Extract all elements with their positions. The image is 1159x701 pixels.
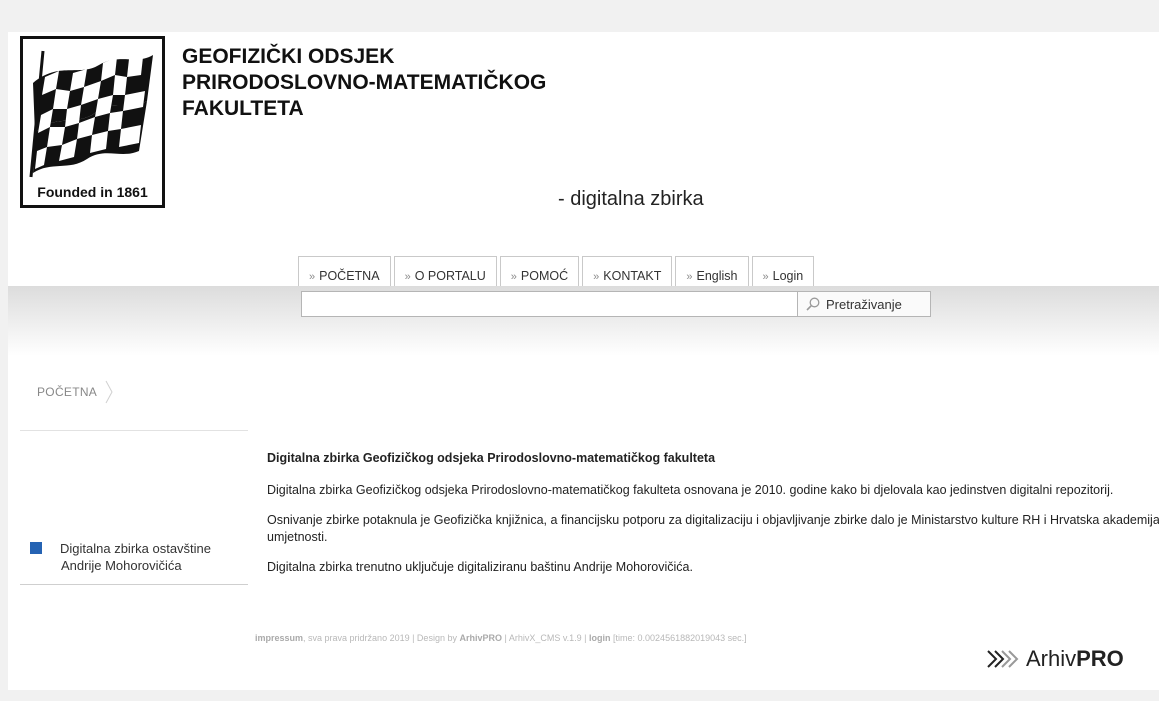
double-chevron-icon: »: [762, 271, 769, 283]
logo-caption: Founded in 1861: [37, 184, 148, 200]
nav-item-login[interactable]: » Login: [751, 256, 815, 286]
content-paragraph: Osnivanje zbirke potaknula je Geofizička…: [267, 513, 1159, 544]
search-button[interactable]: Pretraživanje: [798, 291, 931, 317]
sidebar-item-label: Digitalna zbirka ostavštine: [60, 541, 212, 556]
site-title-line: PRIRODOSLOVNO-MATEMATIČKOG: [182, 71, 547, 94]
search-input[interactable]: [301, 291, 798, 317]
nav-item-english[interactable]: » English: [675, 256, 749, 286]
sidebar-item-label: Andrije Mohorovičića: [61, 558, 182, 573]
footer-text: , sva prava pridržano 2019 | Design by: [303, 633, 460, 643]
sidebar-divider: [20, 584, 248, 585]
nav-item-pocetna[interactable]: » POČETNA: [298, 256, 391, 286]
content-paragraph: Digitalna zbirka trenutno uključuje digi…: [267, 560, 693, 574]
nav-item-pomoc[interactable]: » POMOĆ: [499, 256, 580, 286]
site-title-line: GEOFIZIČKI ODSJEK: [182, 45, 395, 68]
breadcrumb-item-pocetna[interactable]: POČETNA: [37, 385, 97, 399]
footer-text: | ArhivX_CMS v.1.9 |: [501, 633, 590, 643]
double-chevron-icon: »: [404, 271, 411, 283]
breadcrumb: POČETNA: [37, 380, 113, 404]
main-nav: » POČETNA » O PORTALU » POMOĆ » KONTAKT » Eng…: [298, 256, 817, 286]
footer: impressum, sva prava pridržano 2019 | De…: [255, 633, 1159, 643]
double-chevron-icon: »: [593, 271, 600, 283]
sidebar-divider: [20, 430, 248, 431]
nav-item-label: POČETNA: [319, 269, 380, 283]
faculty-logo[interactable]: Founded in 1861: [20, 36, 165, 208]
nav-item-label: KONTAKT: [603, 269, 662, 283]
nav-item-label: English: [696, 269, 738, 283]
magnifier-icon: [806, 297, 820, 311]
site-title[interactable]: GEOFIZIČKI ODSJEK PRIRODOSLOVNO-MATEMATI…: [182, 44, 546, 122]
nav-item-label: O PORTALU: [414, 269, 486, 283]
site-title-line: FAKULTETA: [182, 97, 304, 120]
nav-item-kontakt[interactable]: » KONTAKT: [582, 256, 673, 286]
double-chevron-icon: »: [510, 271, 517, 283]
arhivpro-logo[interactable]: ArhivPRO: [986, 644, 1124, 674]
sidebar-item-mohorovicic[interactable]: Digitalna zbirka ostavštine Andrije Moho…: [20, 540, 248, 580]
brand-name-part: Arhiv: [1026, 646, 1077, 671]
designer-link[interactable]: ArhivPRO: [459, 633, 502, 643]
impressum-link[interactable]: impressum: [255, 633, 303, 643]
site-subtitle: - digitalna zbirka: [558, 188, 704, 210]
search-button-label: Pretraživanje: [826, 296, 902, 312]
login-link[interactable]: login: [589, 633, 611, 643]
nav-item-label: Login: [772, 269, 804, 283]
brand-name-part: PRO: [1076, 646, 1124, 671]
brand-name: ArhivPRO: [1026, 646, 1124, 672]
footer-time: [time: 0.0024561882019043 sec.]: [610, 633, 747, 643]
nav-item-label: POMOĆ: [520, 269, 569, 283]
arhivpro-arrows-icon: [987, 650, 1019, 668]
page: Founded in 1861 GEOFIZIČKI ODSJEK PRIROD…: [8, 32, 1159, 690]
content-paragraph: Digitalna zbirka Geofizičkog odsjeka Pri…: [267, 483, 1114, 497]
nav-item-o-portalu[interactable]: » O PORTALU: [393, 256, 497, 286]
double-chevron-icon: »: [686, 271, 693, 283]
main-content: Digitalna zbirka Geofizičkog odsjeka Pri…: [267, 450, 1159, 589]
content-heading: Digitalna zbirka Geofizičkog odsjeka Pri…: [267, 451, 716, 465]
checkered-flag-icon: [29, 50, 153, 178]
double-chevron-icon: »: [309, 271, 316, 283]
breadcrumb-separator-icon: [105, 380, 113, 404]
bullet-square-icon: [30, 542, 42, 554]
